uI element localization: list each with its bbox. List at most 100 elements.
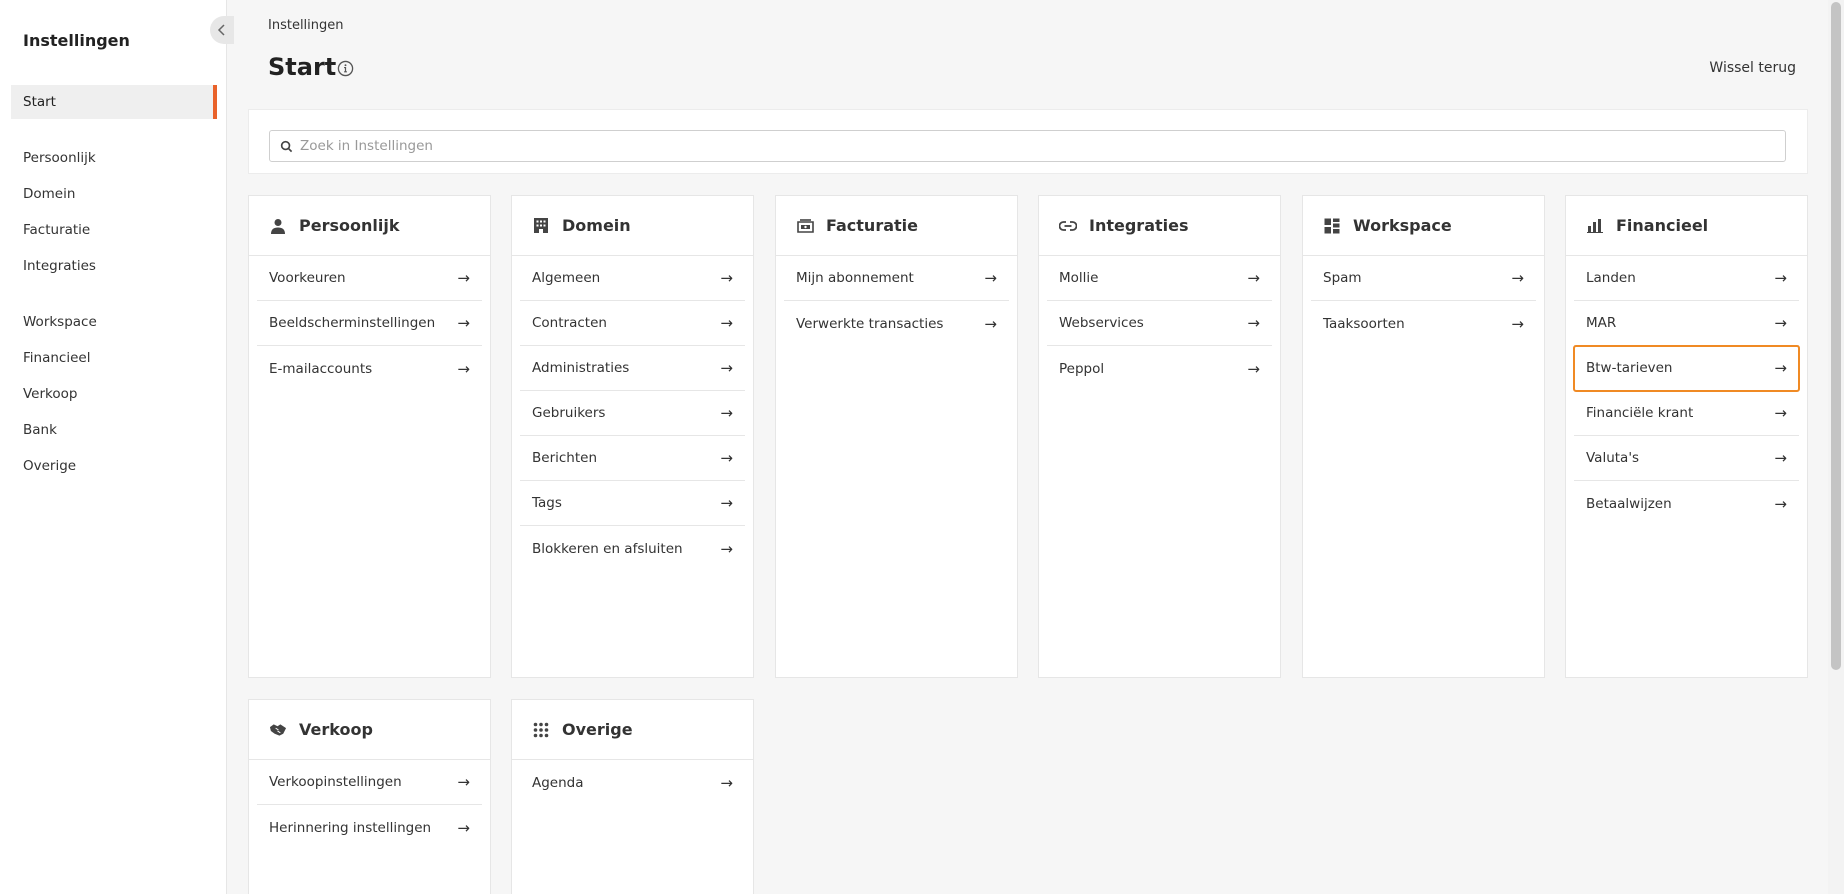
card-header: Domein	[512, 196, 753, 256]
breadcrumb[interactable]: Instellingen	[268, 18, 344, 33]
arrow-right-icon: →	[720, 314, 733, 332]
card-title: Financieel	[1616, 216, 1709, 235]
settings-link-verwerkte-transacties[interactable]: Verwerkte transacties →	[784, 301, 1009, 346]
handshake-icon	[269, 721, 287, 739]
grid-dots-icon	[532, 721, 550, 739]
arrow-right-icon: →	[984, 269, 997, 287]
arrow-right-icon: →	[457, 314, 470, 332]
sidebar-item-start[interactable]: Start	[11, 85, 217, 119]
vertical-scrollbar[interactable]	[1828, 0, 1844, 894]
search-input[interactable]	[300, 138, 1785, 154]
sidebar-item-financieel[interactable]: Financieel	[11, 341, 217, 375]
scrollbar-thumb[interactable]	[1831, 2, 1841, 670]
arrow-right-icon: →	[720, 269, 733, 287]
settings-link-taaksoorten[interactable]: Taaksoorten →	[1311, 301, 1536, 346]
sidebar-item-label: Financieel	[23, 350, 91, 366]
arrow-right-icon: →	[1774, 494, 1787, 513]
card-verkoop: Verkoop Verkoopinstellingen → Herinnering…	[248, 699, 491, 894]
settings-link-webservices[interactable]: Webservices →	[1047, 301, 1272, 346]
link-label: Btw-tarieven	[1586, 360, 1673, 376]
settings-link-mollie[interactable]: Mollie →	[1047, 256, 1272, 301]
card-title: Workspace	[1353, 216, 1452, 235]
sidebar-item-label: Overige	[23, 458, 77, 474]
arrow-right-icon: →	[720, 359, 733, 377]
card-workspace: Workspace Spam → Taaksoorten →	[1302, 195, 1545, 678]
billing-icon	[796, 217, 814, 235]
card-facturatie: Facturatie Mijn abonnement → Verwerkte tr…	[775, 195, 1018, 678]
settings-link-gebruikers[interactable]: Gebruikers →	[520, 391, 745, 436]
sidebar-item-label: Bank	[23, 422, 57, 438]
link-label: Valuta's	[1586, 450, 1640, 466]
arrow-right-icon: →	[720, 539, 733, 558]
link-label: Algemeen	[532, 270, 601, 286]
link-label: Administraties	[532, 360, 630, 376]
settings-link-algemeen[interactable]: Algemeen →	[520, 256, 745, 301]
sidebar-item-facturatie[interactable]: Facturatie	[11, 213, 217, 247]
arrow-right-icon: →	[720, 404, 733, 422]
link-label: Webservices	[1059, 315, 1144, 331]
arrow-right-icon: →	[1774, 359, 1787, 377]
link-label: Blokkeren en afsluiten	[532, 540, 683, 557]
arrow-right-icon: →	[1774, 314, 1787, 332]
settings-link-e-mailaccounts[interactable]: E-mailaccounts →	[257, 346, 482, 391]
card-persoonlijk: Persoonlijk Voorkeuren → Beeldscherminste…	[248, 195, 491, 678]
settings-link-btw-tarieven[interactable]: Btw-tarieven →	[1573, 345, 1800, 392]
settings-link-tags[interactable]: Tags →	[520, 481, 745, 526]
search-panel	[248, 109, 1808, 174]
arrow-right-icon: →	[1774, 449, 1787, 467]
arrow-right-icon: →	[720, 494, 733, 512]
settings-link-peppol[interactable]: Peppol →	[1047, 346, 1272, 391]
collapse-sidebar-button[interactable]	[210, 16, 234, 44]
arrow-right-icon: →	[1247, 314, 1260, 332]
chevron-left-icon	[217, 24, 225, 36]
card-header: Workspace	[1303, 196, 1544, 256]
settings-link-landen[interactable]: Landen →	[1574, 256, 1799, 301]
arrow-right-icon: →	[720, 449, 733, 467]
sidebar-item-domein[interactable]: Domein	[11, 177, 217, 211]
building-icon	[532, 217, 550, 235]
sidebar-item-integraties[interactable]: Integraties	[11, 249, 217, 283]
settings-link-voorkeuren[interactable]: Voorkeuren →	[257, 256, 482, 301]
link-label: Verwerkte transacties	[796, 315, 944, 332]
settings-link-mar[interactable]: MAR →	[1574, 301, 1799, 346]
settings-link-spam[interactable]: Spam →	[1311, 256, 1536, 301]
card-header: Overige	[512, 700, 753, 760]
page-title: Start	[268, 53, 337, 81]
settings-link-mijn-abonnement[interactable]: Mijn abonnement →	[784, 256, 1009, 301]
settings-link-berichten[interactable]: Berichten →	[520, 436, 745, 481]
settings-link-beeldscherminstellingen[interactable]: Beeldscherminstellingen →	[257, 301, 482, 346]
link-label: Financiële krant	[1586, 405, 1694, 421]
link-label: Tags	[532, 495, 562, 511]
sidebar-item-label: Integraties	[23, 258, 96, 274]
settings-link-agenda[interactable]: Agenda →	[520, 760, 745, 805]
link-label: Peppol	[1059, 360, 1105, 377]
switch-back-button[interactable]: Wissel terug	[1709, 60, 1796, 76]
settings-link-valutas[interactable]: Valuta's →	[1574, 436, 1799, 481]
arrow-right-icon: →	[1774, 269, 1787, 287]
settings-link-verkoopinstellingen[interactable]: Verkoopinstellingen →	[257, 760, 482, 805]
settings-link-blokkeren-en-afsluiten[interactable]: Blokkeren en afsluiten →	[520, 526, 745, 571]
sidebar-item-bank[interactable]: Bank	[11, 413, 217, 447]
search-icon	[280, 140, 293, 153]
search-box[interactable]	[269, 130, 1786, 162]
settings-link-financiele-krant[interactable]: Financiële krant →	[1574, 391, 1799, 436]
settings-link-betaalwijzen[interactable]: Betaalwijzen →	[1574, 481, 1799, 526]
settings-link-contracten[interactable]: Contracten →	[520, 301, 745, 346]
settings-link-herinnering-instellingen[interactable]: Herinnering instellingen →	[257, 805, 482, 850]
sidebar-item-workspace[interactable]: Workspace	[11, 305, 217, 339]
card-title: Verkoop	[299, 720, 373, 739]
info-icon[interactable]	[337, 60, 354, 77]
sidebar-item-overige[interactable]: Overige	[11, 449, 217, 483]
card-header: Verkoop	[249, 700, 490, 760]
arrow-right-icon: →	[457, 359, 470, 378]
card-financieel: Financieel Landen → MAR → Btw-tarieven → Fi…	[1565, 195, 1808, 678]
card-domein: Domein Algemeen → Contracten → Administrat…	[511, 195, 754, 678]
arrow-right-icon: →	[1511, 269, 1524, 287]
sidebar-item-verkoop[interactable]: Verkoop	[11, 377, 217, 411]
sidebar-item-label: Workspace	[23, 314, 97, 330]
sidebar-item-persoonlijk[interactable]: Persoonlijk	[11, 141, 217, 175]
settings-link-administraties[interactable]: Administraties →	[520, 346, 745, 391]
link-label: Agenda	[532, 774, 584, 791]
link-icon	[1059, 217, 1077, 235]
link-label: Verkoopinstellingen	[269, 774, 402, 790]
